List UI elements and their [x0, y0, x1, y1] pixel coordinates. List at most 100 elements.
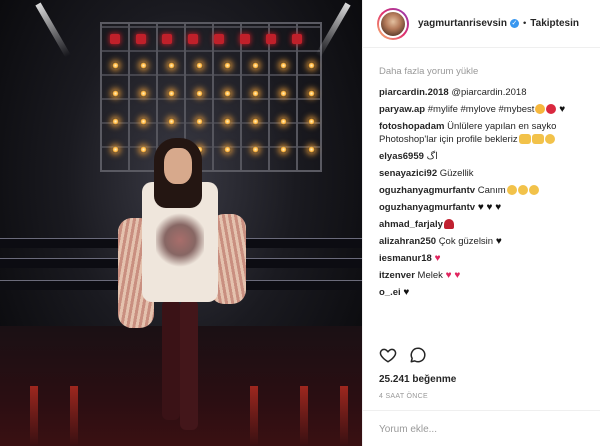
stage-light: [140, 118, 147, 125]
stage-light-red: [188, 34, 198, 44]
stage-light: [196, 90, 203, 97]
divider: [363, 410, 600, 411]
stage-light: [252, 118, 259, 125]
comment-username[interactable]: elyas6959: [379, 151, 424, 162]
stage-light: [112, 62, 119, 69]
stage-light: [168, 90, 175, 97]
face-emoji-icon: [517, 185, 528, 195]
stage-light: [252, 146, 259, 153]
heart-outline-icon[interactable]: [379, 346, 397, 364]
comment-item: ahmad_farjaly: [379, 218, 593, 231]
stage-light: [308, 90, 315, 97]
comment-item: alizahran250 Çok güzelsin ♥: [379, 235, 593, 248]
separator-dot: •: [522, 18, 527, 29]
post-photo[interactable]: [0, 0, 362, 446]
comment-item: senayazici92 Güzellik: [379, 167, 593, 180]
comment-text: @piarcardin.2018: [451, 87, 527, 98]
comment-item: o_.ei ♥: [379, 286, 593, 299]
comment-item: paryaw.ap #mylife #mylove #mybest ♥: [379, 103, 593, 116]
stage-light: [280, 146, 287, 153]
comment-username[interactable]: fotoshopadam: [379, 121, 444, 132]
stage-light-red: [136, 34, 146, 44]
post-timestamp: 4 SAAT ÖNCE: [379, 393, 428, 400]
stage-light-red: [266, 34, 276, 44]
stage-light: [308, 62, 315, 69]
stage-light: [224, 118, 231, 125]
stage-light: [308, 146, 315, 153]
red-heart-emoji-icon: ♥: [431, 253, 441, 264]
comment-item: oguzhanyagmurfantv ♥ ♥ ♥: [379, 201, 593, 214]
comment-username[interactable]: itzenver: [379, 270, 415, 281]
comment-username[interactable]: paryaw.ap: [379, 104, 425, 115]
black-heart-emoji-icon: ♥: [492, 202, 502, 213]
comment-item: oguzhanyagmurfantv Canım: [379, 184, 593, 197]
stage-light-beam: [35, 2, 71, 58]
stage-light: [224, 62, 231, 69]
load-more-comments-link[interactable]: Daha fazla yorum yükle: [379, 66, 593, 77]
stage-light: [308, 118, 315, 125]
comment-text: اگ: [426, 151, 438, 162]
stage-light: [280, 118, 287, 125]
stage-light-red: [292, 34, 302, 44]
post-header: yagmurtanrisevsin ✓ • Takiptesin: [363, 0, 600, 48]
following-button[interactable]: Takiptesin: [530, 18, 579, 29]
stage-light: [112, 90, 119, 97]
comment-username[interactable]: oguzhanyagmurfantv: [379, 202, 475, 213]
black-heart-emoji-icon: ♥: [400, 287, 410, 298]
comment-list: Daha fazla yorum yükle piarcardin.2018 @…: [379, 66, 593, 303]
black-heart-emoji-icon: ♥: [493, 236, 502, 247]
red-heart-emoji-icon: ♥: [451, 270, 461, 281]
comment-item: elyas6959 اگ: [379, 150, 593, 163]
stage-light: [112, 118, 119, 125]
face-emoji-icon: [544, 134, 555, 144]
stage-light: [168, 62, 175, 69]
comment-username[interactable]: o_.ei: [379, 287, 401, 298]
comment-text: Güzellik: [439, 168, 474, 179]
comment-text: Çok güzelsin: [438, 236, 494, 247]
black-heart-emoji-icon: ♥: [475, 202, 484, 213]
hand-emoji-icon: [518, 134, 531, 144]
cat-emoji-icon: [535, 104, 546, 114]
stage-light-red: [240, 34, 250, 44]
comment-item: piarcardin.2018 @piarcardin.2018: [379, 86, 593, 99]
black-heart-emoji-icon: ♥: [483, 202, 493, 213]
comment-username[interactable]: piarcardin.2018: [379, 87, 449, 98]
action-bar: [379, 346, 427, 364]
stage-light: [196, 62, 203, 69]
comment-username[interactable]: oguzhanyagmurfantv: [379, 185, 475, 196]
stage-light: [196, 118, 203, 125]
comment-text: Melek: [417, 270, 443, 281]
comment-username[interactable]: senayazici92: [379, 168, 437, 179]
face-emoji-icon: [528, 185, 539, 195]
woman-figure: [118, 130, 248, 430]
comment-item: iesmanur18 ♥: [379, 252, 593, 265]
comment-username[interactable]: alizahran250: [379, 236, 436, 247]
comment-username[interactable]: iesmanur18: [379, 253, 432, 264]
stage-light: [252, 90, 259, 97]
red-heart-emoji-icon: ♥: [442, 270, 452, 281]
black-heart-emoji-icon: ♥: [556, 104, 566, 115]
rose-emoji-icon: [443, 219, 454, 229]
header-username[interactable]: yagmurtanrisevsin: [418, 18, 507, 29]
like-count[interactable]: 25.241 beğenme: [379, 374, 456, 385]
stage-light: [140, 90, 147, 97]
kiss-emoji-icon: [546, 104, 557, 114]
verified-badge-icon: ✓: [509, 19, 519, 28]
comment-item: fotoshopadam Ünlülere yapılan en sayko P…: [379, 120, 593, 146]
stage-light: [252, 62, 259, 69]
hand-emoji-icon: [531, 134, 544, 144]
comment-username[interactable]: ahmad_farjaly: [379, 219, 443, 230]
stage-light: [280, 90, 287, 97]
add-comment-input[interactable]: [379, 424, 579, 435]
stage-light: [280, 62, 287, 69]
stage-light: [224, 90, 231, 97]
comment-text: Canım: [477, 185, 506, 196]
comment-item: itzenver Melek ♥ ♥: [379, 269, 593, 282]
stage-light: [168, 118, 175, 125]
stage-light: [140, 62, 147, 69]
avatar[interactable]: [377, 7, 409, 40]
comment-text: #mylife #mylove #mybest: [427, 104, 535, 115]
face-emoji-icon: [506, 185, 517, 195]
speech-bubble-icon[interactable]: [409, 346, 427, 364]
stage-light-red: [214, 34, 224, 44]
